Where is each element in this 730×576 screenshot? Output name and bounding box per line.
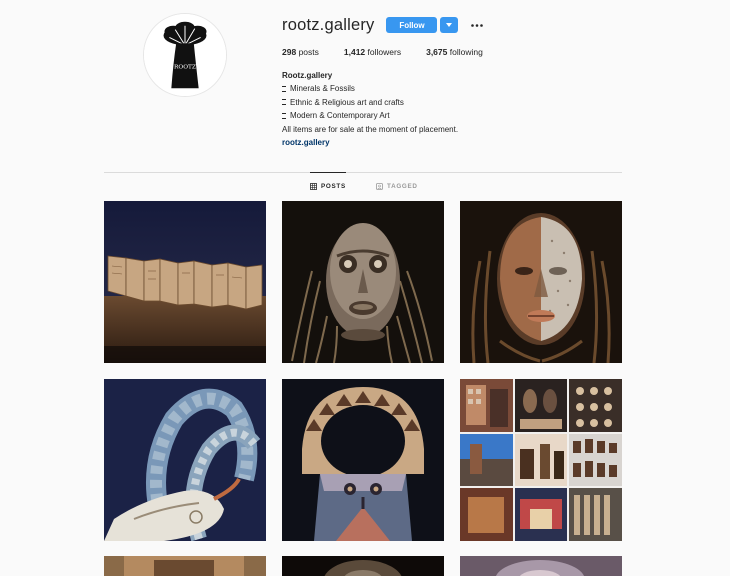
follow-button[interactable]: Follow — [386, 17, 438, 33]
profile-avatar[interactable]: ROOTZ — [143, 13, 227, 97]
post-thumbnail-african-mask-raffia[interactable] — [282, 201, 444, 363]
post-thumbnail-partial-2[interactable] — [282, 556, 444, 576]
bullet-icon — [282, 85, 286, 92]
posts-count: 298 — [282, 47, 297, 57]
profile-username: rootz.gallery — [282, 15, 375, 34]
bio-line-text: Minerals & Fossils — [290, 84, 355, 94]
bio-note: All items are for sale at the moment of … — [282, 124, 459, 134]
tab-tagged-label: TAGGED — [387, 182, 418, 190]
bio-line: Modern & Contemporary Art — [282, 109, 458, 122]
following-count: 3,675 — [426, 47, 448, 57]
bio-line: Minerals & Fossils — [282, 82, 458, 95]
following-stat[interactable]: 3,675 following — [426, 47, 483, 57]
baobab-tree-logo-icon: ROOTZ — [144, 14, 226, 96]
following-label: following — [449, 47, 483, 57]
profile-stats: 298 posts 1,412 followers 3,675 followin… — [282, 47, 508, 57]
followers-count: 1,412 — [343, 47, 366, 57]
grid-icon — [310, 183, 317, 190]
tab-posts[interactable]: POSTS — [310, 172, 346, 200]
bio-line: Ethnic & Religious art and crafts — [282, 96, 458, 109]
bio-line-text: Modern & Contemporary Art — [290, 111, 390, 121]
posts-label: posts — [298, 47, 319, 57]
avatar-logo-text: ROOTZ — [174, 65, 196, 71]
bullet-icon — [282, 112, 286, 119]
post-thumbnail-african-mask-half-white[interactable] — [460, 201, 622, 363]
suggested-dropdown-button[interactable] — [440, 17, 459, 33]
tabs-divider — [104, 172, 622, 173]
bio-name: Rootz.gallery — [282, 71, 333, 80]
post-thumbnail-partial-1[interactable] — [104, 556, 266, 576]
tab-tagged[interactable]: TAGGED — [376, 172, 418, 200]
more-options-button[interactable] — [471, 17, 484, 33]
ellipsis-icon — [471, 23, 484, 27]
followers-label: followers — [367, 47, 402, 57]
posts-stat: 298 posts — [282, 47, 319, 57]
tab-posts-label: POSTS — [321, 183, 346, 190]
bio-website-link[interactable]: rootz.gallery — [282, 136, 458, 149]
followers-stat[interactable]: 1,412 followers — [344, 47, 401, 57]
profile-bio: Rootz.gallery Minerals & Fossils Ethnic … — [282, 69, 458, 149]
tag-icon — [376, 182, 383, 190]
bullet-icon — [282, 99, 286, 106]
post-thumbnail-folded-manuscript[interactable] — [104, 201, 266, 363]
post-thumbnail-arched-mask[interactable] — [282, 379, 444, 541]
post-thumbnail-partial-3[interactable] — [460, 556, 622, 576]
bio-line-text: Ethnic & Religious art and crafts — [290, 97, 404, 107]
post-thumbnail-horned-headdress-mask[interactable] — [104, 379, 266, 541]
caret-down-icon — [446, 23, 453, 27]
post-thumbnail-gallery-collage[interactable] — [460, 379, 622, 541]
